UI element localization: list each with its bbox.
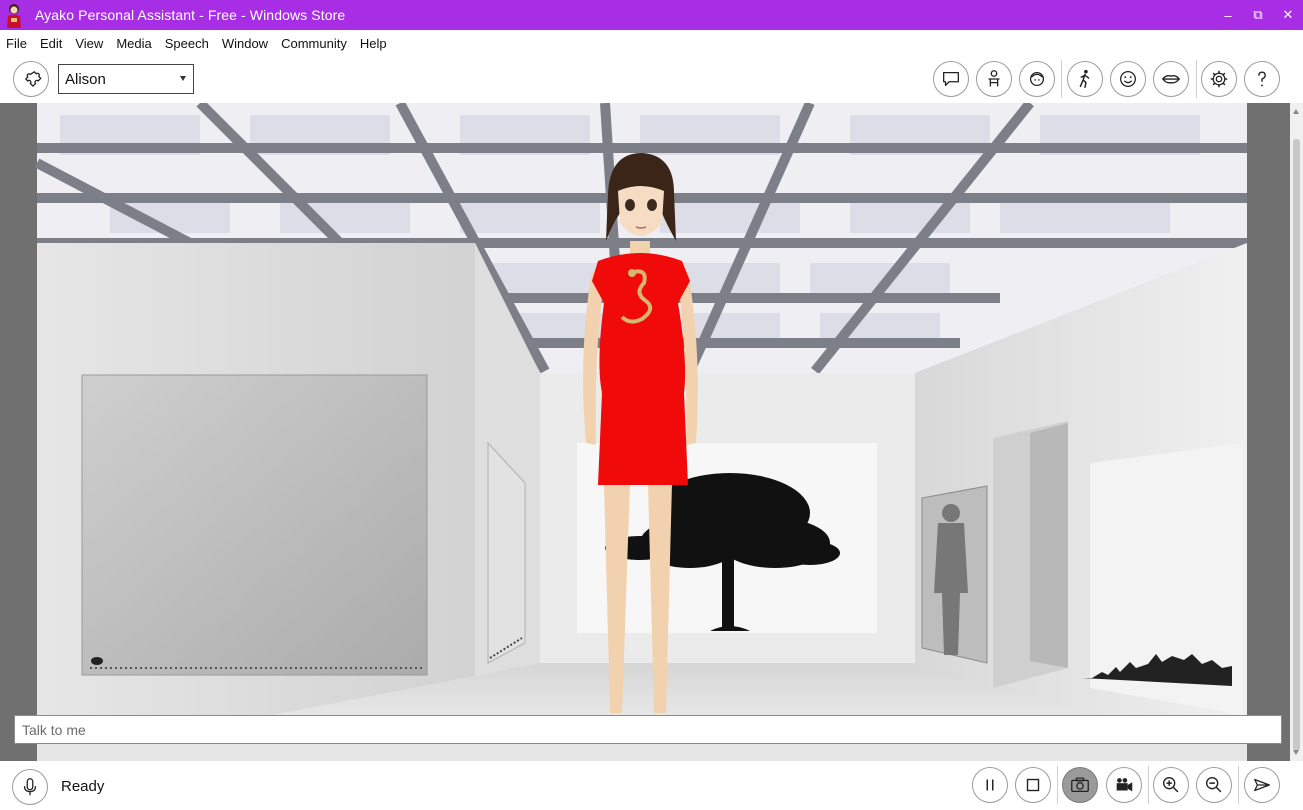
menu-file[interactable]: File: [6, 36, 27, 51]
menu-help[interactable]: Help: [360, 36, 387, 51]
toolbar-divider: [1061, 60, 1062, 98]
pause-button[interactable]: [972, 767, 1008, 803]
status-text: Ready: [61, 778, 105, 795]
chat-button[interactable]: [933, 61, 969, 97]
pause-icon: [986, 779, 994, 791]
lipsync-button[interactable]: [1153, 61, 1189, 97]
emotion-button[interactable]: [1110, 61, 1146, 97]
statusbar-divider: [1238, 766, 1239, 804]
scrollbar-thumb[interactable]: [1293, 139, 1300, 751]
character-select-value: Alison: [65, 70, 106, 88]
vertical-scrollbar[interactable]: [1290, 103, 1303, 761]
stop-button[interactable]: [1015, 767, 1051, 803]
pose-button[interactable]: [1067, 61, 1103, 97]
menu-view[interactable]: View: [75, 36, 103, 51]
appearance-button[interactable]: [1019, 61, 1055, 97]
send-icon: [1254, 778, 1270, 792]
close-button[interactable]: ✕: [1273, 0, 1303, 30]
character-button[interactable]: [976, 61, 1012, 97]
plugins-button[interactable]: [13, 61, 49, 97]
record-video-button[interactable]: [1106, 767, 1142, 803]
statusbar-divider: [1148, 766, 1149, 804]
restore-button[interactable]: ⧉: [1243, 0, 1273, 30]
menu-media[interactable]: Media: [116, 36, 151, 51]
zoom-in-icon: [1162, 776, 1179, 793]
character-select[interactable]: Alison: [58, 64, 194, 94]
title-bar: Ayako Personal Assistant - Free - Window…: [0, 0, 1303, 30]
gear-icon: [1210, 70, 1228, 88]
pose-icon: [1079, 69, 1090, 88]
lips-icon: [1161, 75, 1181, 84]
scroll-up-icon[interactable]: [1293, 109, 1299, 114]
scroll-down-icon[interactable]: [1293, 750, 1299, 755]
toolbar-divider: [1196, 60, 1197, 98]
face-icon: [1029, 71, 1045, 87]
menu-window[interactable]: Window: [222, 36, 268, 51]
send-button[interactable]: [1244, 767, 1280, 803]
status-bar: Ready: [0, 761, 1303, 810]
stop-icon: [1026, 778, 1040, 792]
snapshot-button[interactable]: [1062, 767, 1098, 803]
scene-viewport[interactable]: [0, 103, 1303, 761]
microphone-button[interactable]: [12, 769, 48, 805]
menu-community[interactable]: Community: [281, 36, 347, 51]
puzzle-icon: [24, 71, 42, 88]
minimize-button[interactable]: –: [1213, 0, 1243, 30]
toolbar: Alison: [0, 56, 1303, 103]
menu-edit[interactable]: Edit: [40, 36, 62, 51]
character-body-icon: [988, 70, 1000, 87]
camera-icon: [1071, 777, 1089, 793]
settings-button[interactable]: [1201, 61, 1237, 97]
statusbar-divider: [1057, 766, 1058, 804]
zoom-in-button[interactable]: [1153, 767, 1189, 803]
zoom-out-button[interactable]: [1196, 767, 1232, 803]
app-logo-icon: [3, 2, 25, 28]
window-title: Ayako Personal Assistant - Free - Window…: [35, 7, 346, 23]
talk-input[interactable]: [14, 715, 1282, 744]
menu-speech[interactable]: Speech: [165, 36, 209, 51]
help-icon: [1258, 71, 1266, 87]
video-camera-icon: [1116, 778, 1133, 792]
help-button[interactable]: [1244, 61, 1280, 97]
smiley-icon: [1120, 71, 1136, 87]
avatar-character[interactable]: [570, 153, 720, 761]
microphone-icon: [23, 778, 37, 796]
dropdown-arrow-icon: [180, 76, 186, 81]
speech-bubble-icon: [943, 71, 959, 87]
menu-bar: File Edit View Media Speech Window Commu…: [0, 30, 1303, 56]
zoom-out-icon: [1205, 776, 1222, 793]
